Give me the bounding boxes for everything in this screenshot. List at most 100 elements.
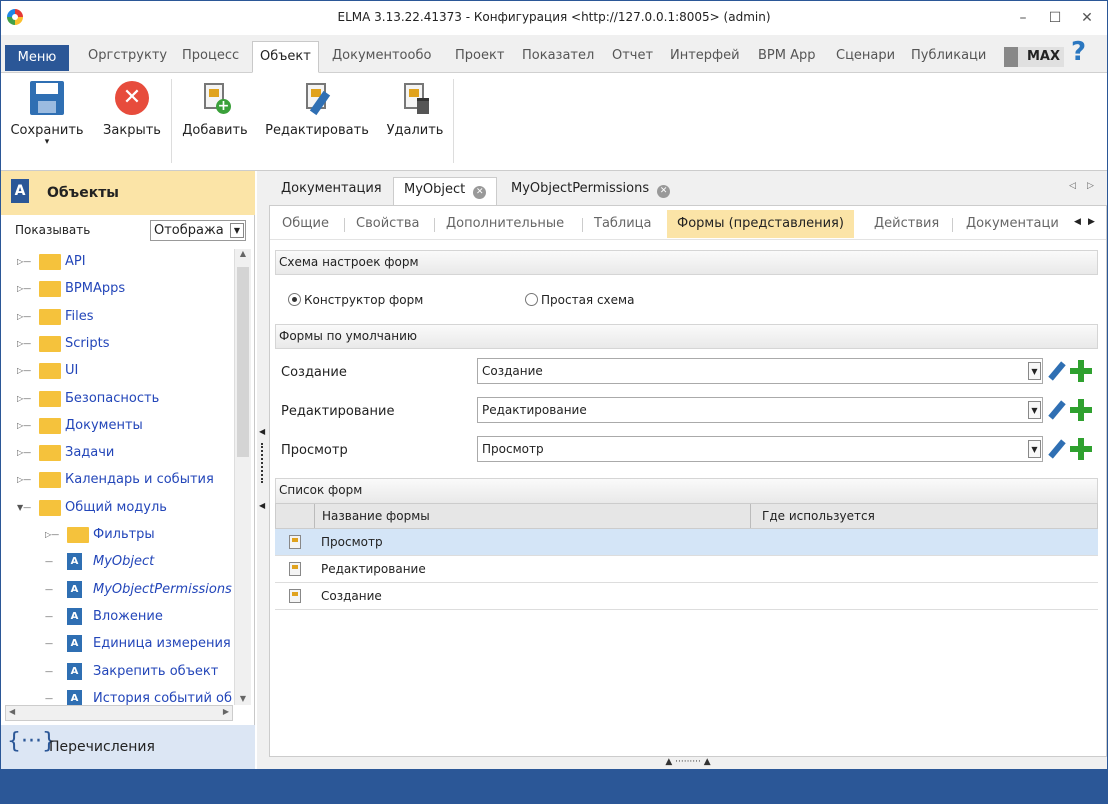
tree-horizontal-scrollbar[interactable]: ◀ ▶ [5,705,233,721]
radio-form-constructor[interactable]: Конструктор форм [288,293,423,307]
table-row[interactable]: Редактирование [275,556,1098,583]
close-tab-icon[interactable]: ✕ [657,185,671,198]
tree-item[interactable]: ▷— Files [1,304,233,331]
tree-item[interactable]: ▷— Безопасность [1,386,233,413]
collapse-arrow-icon[interactable]: ▷— [17,257,31,266]
collapse-arrow-icon[interactable]: ▷— [17,284,31,293]
scroll-left-icon[interactable]: ◀ [9,707,15,716]
tab-publications[interactable]: Публикаци [904,41,993,73]
tab-myobjectpermissions[interactable]: MyObjectPermissions ✕ [501,177,680,205]
subtab-additional[interactable]: Дополнительные [436,210,574,238]
tab-scenarios[interactable]: Сценари [829,41,902,73]
tab-documentation[interactable]: Документация [271,177,392,205]
collapse-arrow-icon[interactable]: ▷— [45,530,59,539]
collapse-arrow-icon[interactable]: ▷— [17,339,31,348]
tab-document-flow[interactable]: Документообо [325,41,438,73]
edit-pencil-icon[interactable] [1048,439,1066,459]
enumerations-section[interactable]: {···} Перечисления [1,725,255,769]
tab-bpm-app[interactable]: BPM App [751,41,823,73]
close-window-button[interactable]: ✕ [1073,5,1101,31]
scroll-right-icon[interactable]: ▶ [223,707,229,716]
collapse-left-icon[interactable]: ◀ [259,501,265,510]
expand-arrow-icon[interactable]: ▼— [17,503,31,512]
bottom-splitter-grip[interactable]: ▲ ········· ▲ [269,757,1107,769]
collapse-left-icon[interactable]: ◀ [259,427,265,436]
subtab-properties[interactable]: Свойства [346,210,430,238]
maximize-button[interactable]: ☐ [1041,5,1069,31]
collapse-arrow-icon[interactable]: ▷— [17,394,31,403]
subtabs-scroll-right-icon[interactable]: ▶ [1088,217,1095,227]
tree-item[interactable]: ▷— Scripts [1,331,233,358]
tab-orgstructure[interactable]: Оргструкту [81,41,174,73]
add-plus-icon[interactable] [1070,360,1092,382]
edit-form-select[interactable]: Редактирование [477,397,1043,423]
chevron-down-icon[interactable]: ▼ [1028,401,1041,419]
tabs-scroll-left-icon[interactable]: ◁ [1069,181,1076,191]
subtab-forms[interactable]: Формы (представления) [667,210,854,238]
scrollbar-thumb[interactable] [237,267,249,457]
subtab-documentation[interactable]: Документаци [956,210,1074,238]
column-divider[interactable] [750,504,751,528]
tree-item[interactable]: ▷— Документы [1,413,233,440]
subtab-general[interactable]: Общие [272,210,339,238]
add-button[interactable]: + Добавить [179,79,251,138]
scroll-down-icon[interactable]: ▼ [235,694,251,703]
edit-button[interactable]: Редактировать [263,79,371,138]
tree-item[interactable]: — A Вложение [1,604,233,631]
table-row[interactable]: Просмотр [275,529,1098,556]
splitter-grip[interactable] [261,443,263,483]
radio-simple-scheme[interactable]: Простая схема [525,293,634,307]
delete-button[interactable]: Удалить [383,79,447,138]
close-tab-icon[interactable]: ✕ [473,186,487,199]
filter-select[interactable]: Отобража ▼ [150,220,246,241]
tree-item[interactable]: ▼— Общий модуль [1,495,233,522]
edit-pencil-icon[interactable] [1048,361,1066,381]
collapse-arrow-icon[interactable]: ▷— [17,448,31,457]
tree-item[interactable]: ▷— Календарь и события [1,467,233,494]
tree-item[interactable]: ▷— Фильтры [1,522,233,549]
close-button[interactable]: ✕ Закрыть [101,79,163,138]
help-icon[interactable]: ? [1071,37,1086,67]
tree-item[interactable]: — A Закрепить объект [1,659,233,686]
tab-project[interactable]: Проект [448,41,511,73]
tree-item[interactable]: ▷— UI [1,358,233,385]
tree-item[interactable]: ▷— BPMApps [1,276,233,303]
column-header-form-name[interactable]: Название формы [322,509,430,523]
tree-item[interactable]: — A MyObjectPermissions [1,577,233,604]
collapse-arrow-icon[interactable]: ▷— [17,312,31,321]
create-form-select[interactable]: Создание [477,358,1043,384]
collapse-arrow-icon[interactable]: ▷— [17,475,31,484]
chevron-down-icon[interactable]: ▼ [230,223,244,238]
tab-process[interactable]: Процесс [175,41,246,73]
tree-item[interactable]: — A MyObject [1,549,233,576]
tab-report[interactable]: Отчет [605,41,660,73]
save-dropdown-icon[interactable]: ▾ [7,138,87,147]
subtabs-scroll-left-icon[interactable]: ◀ [1074,217,1081,227]
tab-object[interactable]: Объект [252,41,319,73]
add-plus-icon[interactable] [1070,399,1092,421]
tree-item[interactable]: ▷— Задачи [1,440,233,467]
tree-vertical-scrollbar[interactable]: ▲ ▼ [234,249,251,705]
subtab-actions[interactable]: Действия [864,210,949,238]
collapse-arrow-icon[interactable]: ▷— [17,421,31,430]
collapse-arrow-icon[interactable]: ▷— [17,366,31,375]
save-button[interactable]: Сохранить ▾ [7,79,87,147]
tab-indicators[interactable]: Показател [515,41,601,73]
tabs-scroll-right-icon[interactable]: ▷ [1087,181,1094,191]
panel-splitter[interactable]: ◀ ◀ [257,171,269,769]
chevron-down-icon[interactable]: ▼ [1028,440,1041,458]
add-plus-icon[interactable] [1070,438,1092,460]
tab-myobject[interactable]: MyObject ✕ [393,177,498,205]
main-menu-button[interactable]: Меню [5,45,69,71]
view-form-select[interactable]: Просмотр [477,436,1043,462]
edit-pencil-icon[interactable] [1048,400,1066,420]
table-row[interactable]: Создание [275,583,1098,610]
tree-item[interactable]: — A Единица измерения [1,631,233,658]
tab-interface[interactable]: Интерфей [663,41,747,73]
column-header-where-used[interactable]: Где используется [762,509,875,523]
user-badge[interactable]: MAX [1004,47,1064,67]
minimize-button[interactable]: – [1009,5,1037,31]
tree-item[interactable]: ▷— API [1,249,233,276]
chevron-down-icon[interactable]: ▼ [1028,362,1041,380]
subtab-table[interactable]: Таблица [584,210,662,238]
